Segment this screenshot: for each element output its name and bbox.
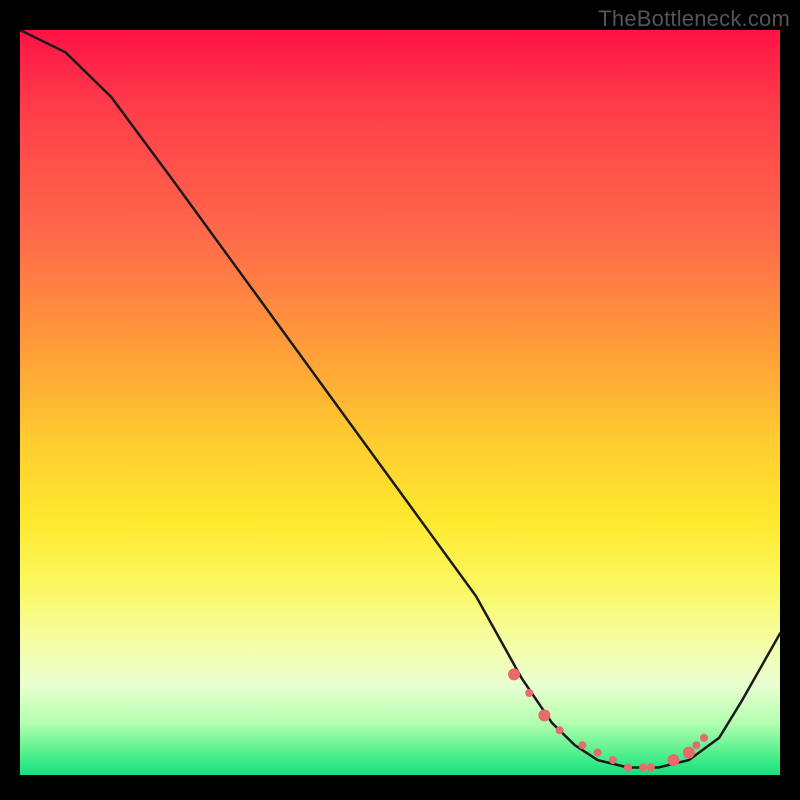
curve-path — [20, 30, 780, 768]
marker-dot — [683, 747, 695, 759]
plot-area — [20, 30, 780, 775]
marker-dot — [639, 764, 647, 772]
chart-svg — [20, 30, 780, 775]
marker-dot — [508, 668, 520, 680]
marker-dot — [647, 764, 655, 772]
chart-frame: TheBottleneck.com — [0, 0, 800, 800]
marker-dot — [609, 756, 617, 764]
marker-dot — [538, 709, 550, 721]
marker-dot — [594, 749, 602, 757]
marker-dot — [525, 689, 533, 697]
marker-dot — [700, 734, 708, 742]
marker-dot — [668, 754, 680, 766]
marker-dot — [578, 741, 586, 749]
marker-dot — [692, 741, 700, 749]
watermark-label: TheBottleneck.com — [598, 6, 790, 32]
marker-dot — [556, 726, 564, 734]
marker-group — [508, 668, 708, 771]
marker-dot — [624, 764, 632, 772]
